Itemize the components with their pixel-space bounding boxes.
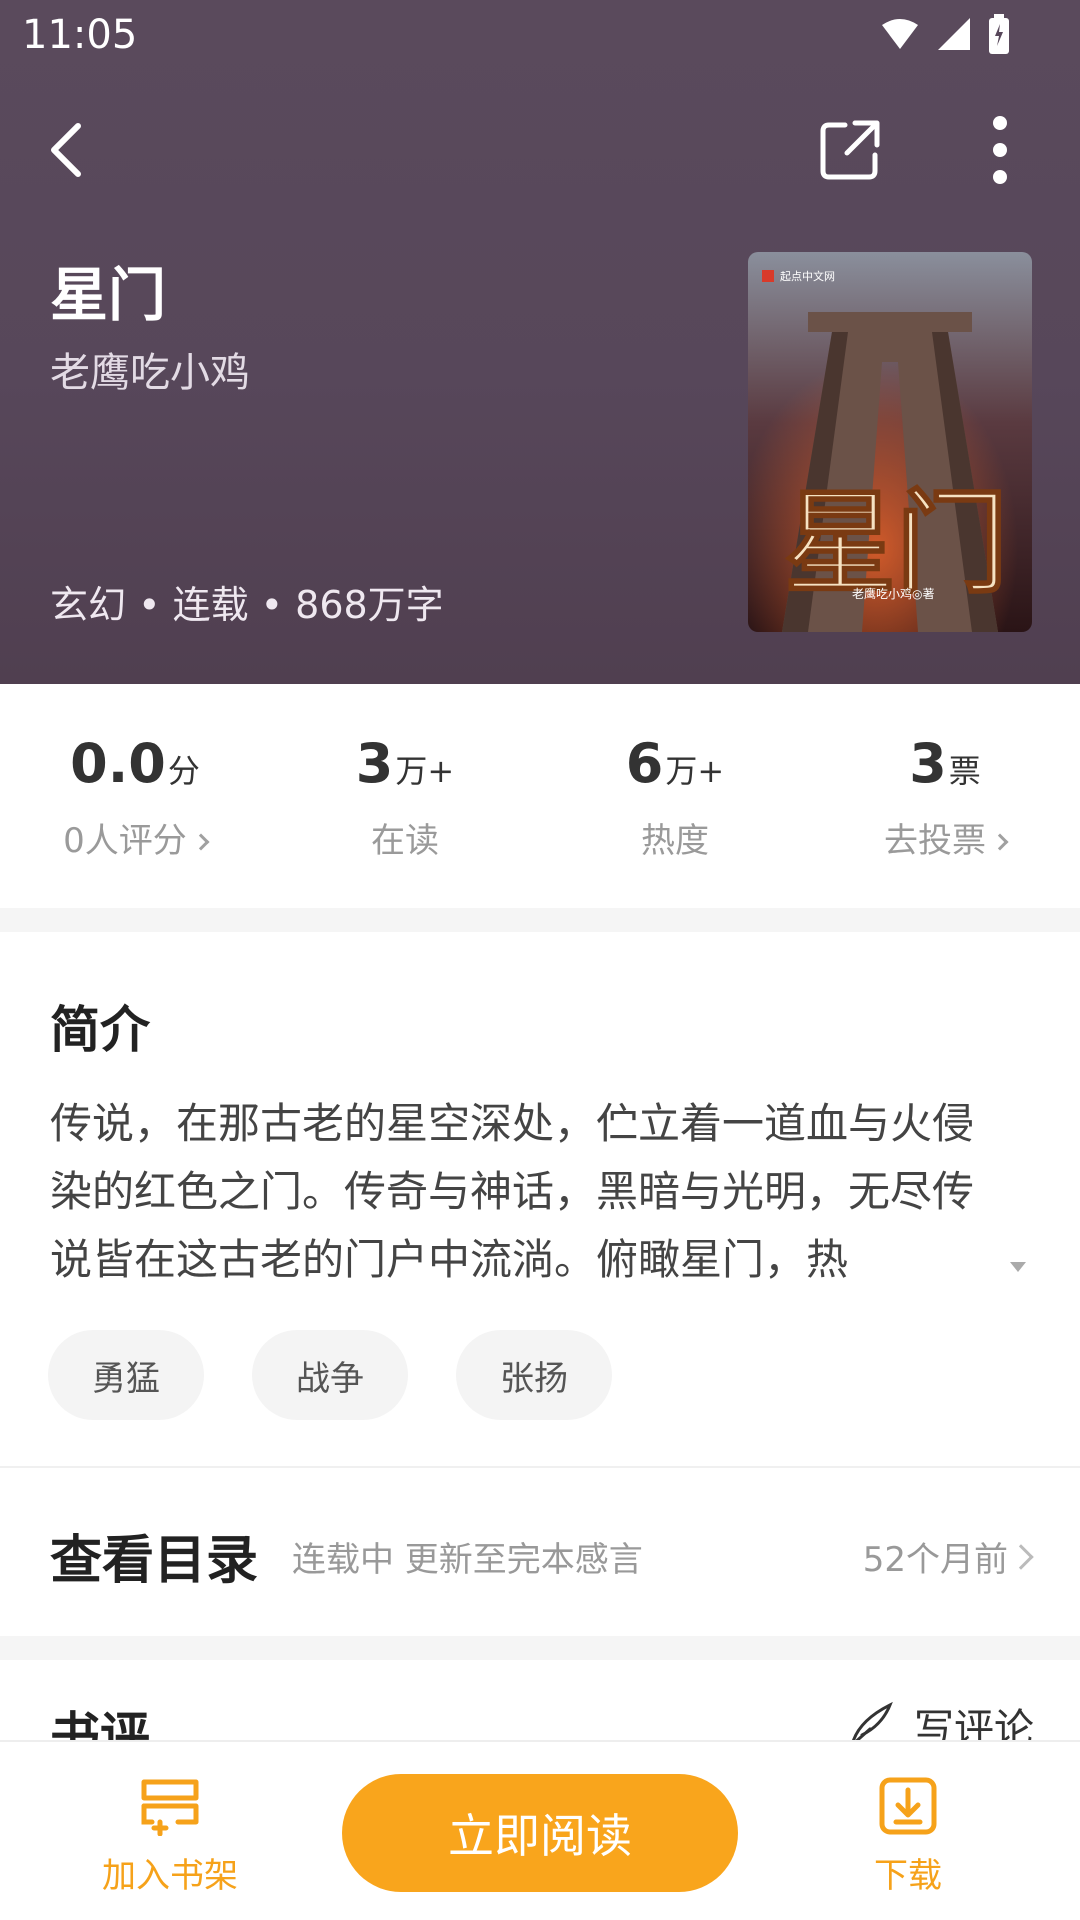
book-author[interactable]: 老鹰吃小鸡 [50, 340, 250, 398]
stat-rating[interactable]: 0.0分 0人评分 [0, 732, 270, 862]
tag-chip[interactable]: 战争 [252, 1330, 408, 1420]
catalog-title: 查看目录 [50, 1531, 259, 1591]
stat-value: 3 [355, 732, 394, 795]
share-icon [820, 120, 880, 180]
write-review-button[interactable]: 写评论 [848, 1696, 1034, 1740]
status-time: 11:05 [22, 12, 138, 58]
bottom-action-bar: 加入书架 立即阅读 下载 [0, 1740, 1080, 1920]
chevron-right-icon [1008, 1544, 1034, 1570]
cover-publisher: 起点中文网 [780, 269, 835, 283]
chevron-right-icon [192, 833, 210, 851]
book-title: 星门 [50, 261, 167, 329]
book-header: 11:05 星门 老鹰吃小鸡 玄幻 • 连载 • 868万字 起点中文网 星门 … [0, 0, 1080, 684]
catalog-row[interactable]: 查看目录 连载中 更新至完本感言 52个月前 [0, 1470, 1080, 1630]
catalog-status: 连载中 更新至完本感言 [292, 1540, 643, 1580]
stat-unit: 分 [167, 752, 200, 790]
tag-list: 勇猛 战争 张扬 [48, 1330, 612, 1420]
tag-chip[interactable]: 张扬 [456, 1330, 612, 1420]
reviews-section: 书评 写评论 [0, 1660, 1080, 1740]
intro-title: 简介 [50, 1001, 150, 1059]
stat-label: 热度 [641, 821, 709, 861]
more-button[interactable] [960, 110, 1040, 190]
download-label: 下载 [874, 1856, 942, 1896]
top-toolbar [0, 100, 1080, 200]
signal-icon [938, 18, 970, 50]
stat-value: 0.0 [70, 732, 166, 795]
read-now-button[interactable]: 立即阅读 [342, 1774, 738, 1892]
stat-unit: 万+ [665, 752, 725, 790]
cover-author: 老鹰吃小鸡◎著 [852, 586, 934, 601]
download-icon [879, 1777, 937, 1835]
stat-label: 去投票 [884, 821, 986, 861]
stat-value: 6 [625, 732, 664, 795]
share-button[interactable] [810, 110, 890, 190]
section-divider [0, 908, 1080, 932]
chevron-right-icon [991, 833, 1009, 851]
stat-unit: 票 [948, 752, 981, 790]
stat-value: 3 [909, 732, 947, 795]
back-icon [51, 123, 81, 177]
book-detail-page: 11:05 星门 老鹰吃小鸡 玄幻 • 连载 • 868万字 起点中文网 星门 … [0, 0, 1080, 1920]
add-to-shelf-button[interactable]: 加入书架 [70, 1772, 270, 1897]
bookshelf-icon [141, 1779, 199, 1836]
download-button[interactable]: 下载 [808, 1772, 1008, 1897]
intro-text[interactable]: 传说，在那古老的星空深处，伫立着一道血与火侵染的红色之门。传奇与神话，黑暗与光明… [50, 1090, 1010, 1294]
book-stats: 0.0分 0人评分 3万+ 在读 6万+ 热度 3票 去投票 [0, 684, 1080, 908]
expand-arrow-icon[interactable] [1010, 1262, 1026, 1272]
reviews-title: 书评 [50, 1707, 150, 1740]
catalog-updated: 52个月前 [862, 1540, 1008, 1580]
book-cover[interactable]: 起点中文网 星门 老鹰吃小鸡◎著 [748, 252, 1032, 632]
stat-vote[interactable]: 3票 去投票 [810, 732, 1080, 862]
stat-popularity: 6万+ 热度 [540, 732, 810, 862]
book-cover-art: 起点中文网 星门 老鹰吃小鸡◎著 [748, 252, 1032, 632]
battery-icon [989, 14, 1009, 54]
book-meta: 玄幻 • 连载 • 868万字 [50, 583, 444, 627]
stat-label: 0人评分 [63, 821, 187, 861]
stat-reading: 3万+ 在读 [270, 732, 540, 862]
tag-chip[interactable]: 勇猛 [48, 1330, 204, 1420]
write-review-label: 写评论 [914, 1706, 1034, 1740]
stat-unit: 万+ [395, 752, 455, 790]
stat-label: 在读 [371, 821, 439, 861]
back-button[interactable] [26, 110, 106, 190]
wifi-icon [882, 19, 918, 49]
status-bar: 11:05 [0, 0, 1080, 72]
add-to-shelf-label: 加入书架 [102, 1856, 238, 1896]
more-icon [993, 116, 1007, 184]
divider [0, 1466, 1080, 1468]
section-divider [0, 1636, 1080, 1660]
pen-icon [852, 1701, 893, 1740]
